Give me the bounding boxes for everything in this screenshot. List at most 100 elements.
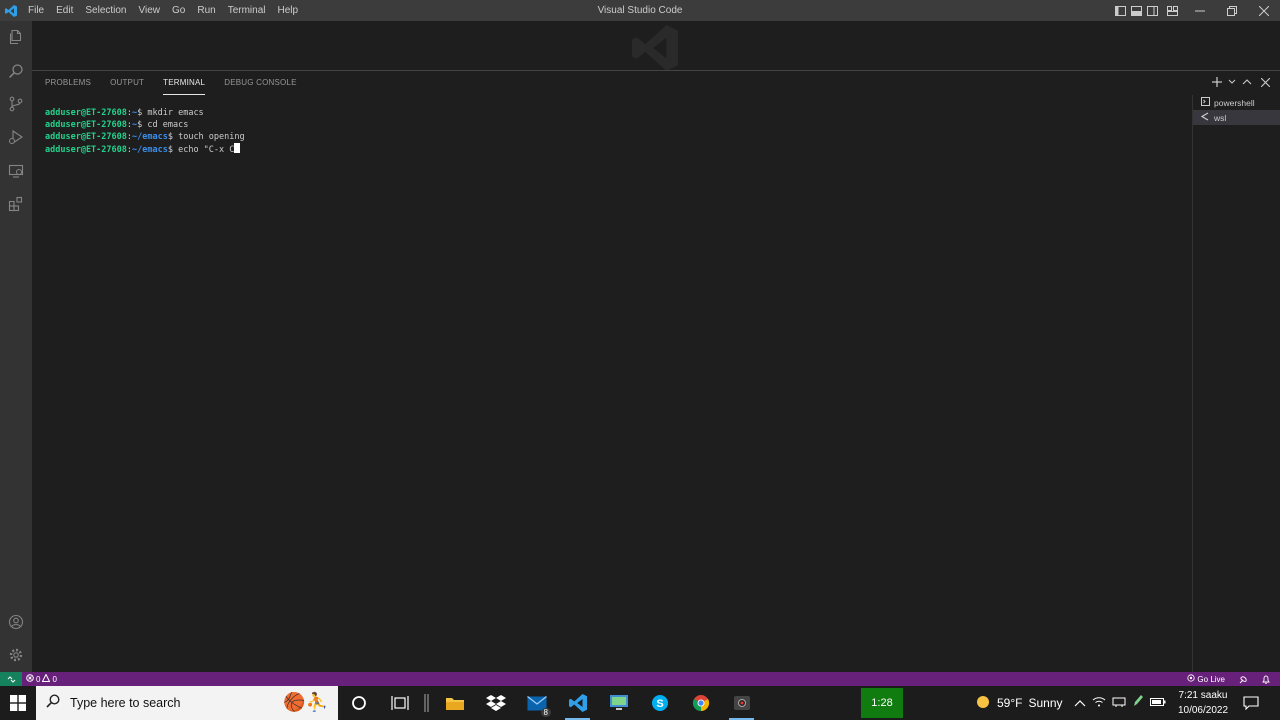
vscode-logo-icon[interactable]	[0, 0, 22, 21]
terminal-instance-wsl[interactable]: wsl	[1193, 110, 1280, 125]
menu-help[interactable]: Help	[272, 0, 305, 21]
terminal-path: ~/emacs	[132, 132, 168, 142]
cortana-icon[interactable]	[338, 686, 379, 720]
vscode-taskbar-icon[interactable]	[557, 686, 598, 720]
terminal-output[interactable]: adduser@ET-27608:~$ mkdir emacs adduser@…	[45, 107, 245, 155]
tab-terminal[interactable]: TERMINAL	[163, 71, 206, 95]
tab-debug-console[interactable]: DEBUG CONSOLE	[224, 71, 296, 95]
taskbar-clock[interactable]: 7:21 saaku 10/06/2022	[1172, 688, 1234, 718]
new-terminal-icon[interactable]	[1210, 75, 1224, 89]
terminal-instance-label: wsl	[1214, 112, 1227, 123]
toggle-panel-icon[interactable]	[1128, 0, 1144, 21]
show-hidden-icons-chevron-icon[interactable]	[1074, 694, 1086, 712]
menu-run[interactable]: Run	[191, 0, 221, 21]
svg-text:S: S	[656, 698, 663, 710]
search-placeholder: Type here to search	[70, 696, 181, 710]
feedback-icon[interactable]	[1235, 672, 1252, 686]
notifications-bell-icon[interactable]	[1258, 672, 1274, 686]
camera-recorder-icon[interactable]	[721, 686, 762, 720]
tab-problems[interactable]: PROBLEMS	[45, 71, 91, 95]
menu-selection[interactable]: Selection	[79, 0, 132, 21]
mail-icon[interactable]: 8	[516, 686, 557, 720]
menu-terminal[interactable]: Terminal	[222, 0, 272, 21]
file-explorer-icon[interactable]	[434, 686, 475, 720]
game-bar-timer[interactable]: 1:28	[861, 688, 903, 718]
explorer-icon[interactable]	[0, 21, 32, 53]
chrome-icon[interactable]	[680, 686, 721, 720]
accounts-icon[interactable]	[0, 606, 32, 638]
problems-indicator[interactable]: 0 0	[22, 672, 61, 686]
title-bar-controls	[1112, 0, 1280, 21]
broadcast-icon	[1187, 674, 1196, 684]
warning-count: 0	[52, 674, 57, 684]
search-icon	[46, 693, 60, 713]
skype-icon[interactable]: S	[639, 686, 680, 720]
warning-icon	[42, 673, 51, 684]
editor-area[interactable]	[32, 21, 1280, 71]
windows-start-icon[interactable]	[0, 686, 36, 720]
terminal-line: adduser@ET-27608:~/emacs$ echo "C-x C	[45, 143, 245, 155]
customize-layout-icon[interactable]	[1160, 0, 1184, 21]
weather-temperature: 59°F	[997, 696, 1023, 710]
status-bar-right: Go Live	[1183, 672, 1274, 686]
menu-go[interactable]: Go	[166, 0, 191, 21]
linux-terminal-icon	[1200, 112, 1210, 123]
search-icon[interactable]	[0, 55, 32, 87]
toggle-sidebar-icon[interactable]	[1112, 0, 1128, 21]
toggle-secondary-sidebar-icon[interactable]	[1144, 0, 1160, 21]
terminal-icon	[1201, 97, 1210, 108]
status-bar: 0 0 Go Live	[0, 672, 1280, 686]
menu-edit[interactable]: Edit	[50, 0, 79, 21]
weather-widget[interactable]: 59°F Sunny	[975, 686, 1063, 720]
chevron-down-icon[interactable]	[1228, 75, 1236, 89]
minimize-button[interactable]	[1184, 0, 1216, 21]
menu-bar: File Edit Selection View Go Run Terminal…	[22, 0, 304, 21]
terminal-line: adduser@ET-27608:~$ cd emacs	[45, 119, 245, 131]
clock-date: 10/06/2022	[1177, 705, 1229, 716]
taskbar-search-box[interactable]: Type here to search 🏀⛹	[36, 686, 338, 720]
terminal-path: ~/emacs	[132, 145, 168, 155]
battery-icon[interactable]	[1150, 694, 1166, 712]
remote-explorer-icon[interactable]	[0, 155, 32, 187]
terminal-instance-list: powershell wsl	[1192, 95, 1280, 673]
wifi-icon[interactable]	[1092, 694, 1106, 712]
title-bar: File Edit Selection View Go Run Terminal…	[0, 0, 1280, 21]
run-debug-icon[interactable]	[0, 121, 32, 153]
clock-time: 7:21 saaku	[1178, 690, 1228, 701]
taskbar-separator-icon	[420, 686, 434, 720]
source-control-icon[interactable]	[0, 88, 32, 120]
activity-bar	[0, 21, 32, 672]
close-button[interactable]	[1248, 0, 1280, 21]
maximize-panel-icon[interactable]	[1240, 75, 1254, 89]
menu-view[interactable]: View	[133, 0, 167, 21]
error-count: 0	[36, 674, 41, 684]
mail-unread-badge: 8	[540, 708, 551, 717]
terminal-command: touch opening	[172, 132, 245, 142]
settings-gear-icon[interactable]	[0, 639, 32, 671]
terminal-command: cd emacs	[142, 120, 189, 130]
restore-button[interactable]	[1216, 0, 1248, 21]
dropbox-icon[interactable]	[475, 686, 516, 720]
remote-indicator-icon[interactable]	[0, 672, 22, 686]
menu-file[interactable]: File	[22, 0, 50, 21]
terminal-cursor	[234, 143, 241, 153]
action-center-icon[interactable]	[1240, 686, 1262, 720]
error-icon	[26, 674, 34, 684]
network-device-icon[interactable]	[1112, 694, 1126, 712]
remote-desktop-icon[interactable]	[598, 686, 639, 720]
sun-icon	[975, 694, 991, 713]
terminal-instance-powershell[interactable]: powershell	[1193, 95, 1280, 110]
pen-tray-icon[interactable]	[1132, 694, 1144, 713]
terminal-user: adduser@ET-27608	[45, 120, 127, 130]
tab-output[interactable]: OUTPUT	[110, 71, 144, 95]
extensions-icon[interactable]	[0, 188, 32, 220]
terminal-user: adduser@ET-27608	[45, 145, 127, 155]
go-live-label: Go Live	[1197, 674, 1225, 684]
weather-description: Sunny	[1028, 696, 1063, 710]
search-highlight-basketball-icon: 🏀⛹	[283, 692, 328, 712]
task-view-icon[interactable]	[379, 686, 420, 720]
close-panel-icon[interactable]	[1258, 75, 1272, 89]
go-live-button[interactable]: Go Live	[1183, 672, 1229, 686]
terminal-command: echo "C-x C	[172, 145, 235, 155]
terminal-user: adduser@ET-27608	[45, 132, 127, 142]
